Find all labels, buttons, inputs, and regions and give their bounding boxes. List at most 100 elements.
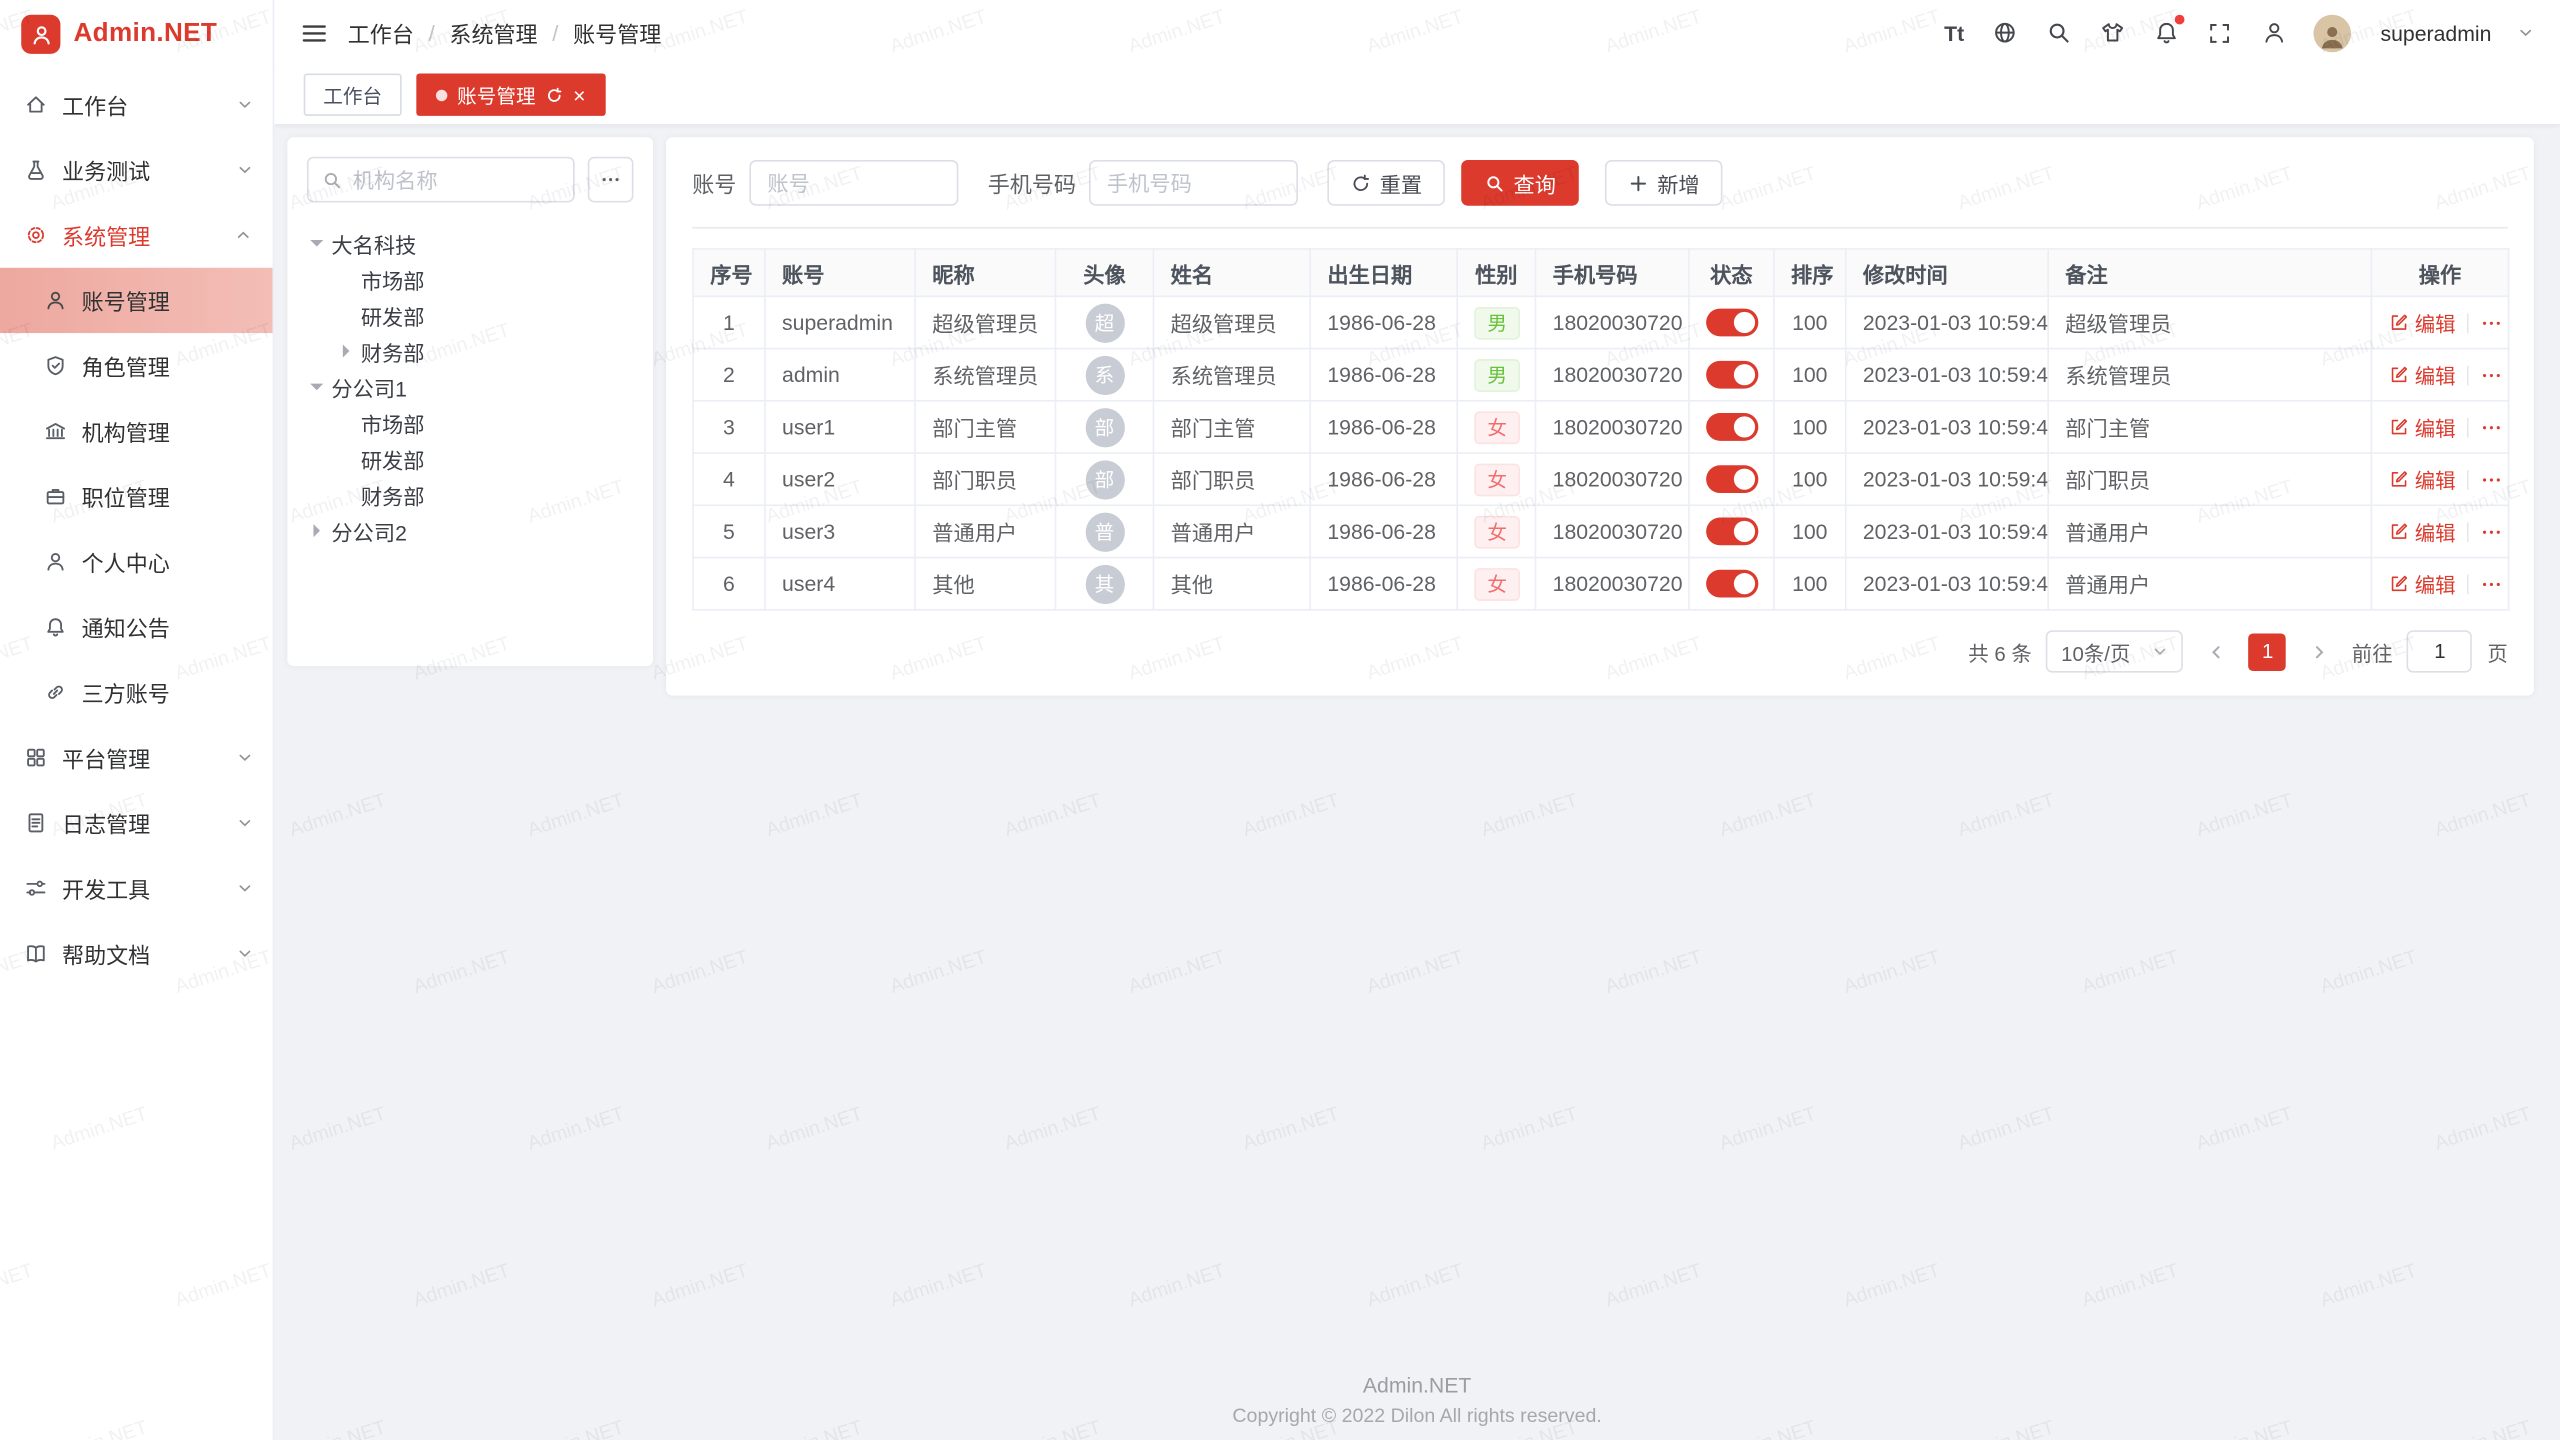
add-button[interactable]: 新增 <box>1605 160 1723 206</box>
tab-workbench[interactable]: 工作台 <box>304 73 402 115</box>
next-page-button[interactable] <box>2301 633 2337 669</box>
cell-nickname: 系统管理员 <box>915 349 1055 401</box>
tree-node[interactable]: 分公司2 <box>307 513 634 549</box>
collapse-menu-icon[interactable] <box>300 19 328 47</box>
more-actions-button[interactable] <box>2480 311 2503 334</box>
breadcrumb-item-system[interactable]: 系统管理 <box>449 16 537 49</box>
edit-button[interactable]: 编辑 <box>2389 464 2456 495</box>
table-row: 4user2部门职员部部门职员1986-06-28女18020030720100… <box>693 453 2509 505</box>
action-divider <box>2467 417 2469 437</box>
tree-node[interactable]: 研发部 <box>307 441 634 477</box>
sidebar-item-notice[interactable]: 通知公告 <box>0 594 273 659</box>
column-header: 手机号码 <box>1536 249 1689 296</box>
more-icon <box>599 168 622 191</box>
more-actions-button[interactable] <box>2480 468 2503 491</box>
tree-node[interactable]: 财务部 <box>307 333 634 369</box>
tab-refresh-icon[interactable] <box>545 86 563 104</box>
breadcrumb-item-workbench[interactable]: 工作台 <box>348 16 414 49</box>
cell-index: 6 <box>693 558 765 610</box>
search-button-label: 查询 <box>1513 167 1555 198</box>
caret-down-icon[interactable] <box>307 233 327 253</box>
sidebar-item-personal-center[interactable]: 个人中心 <box>0 529 273 594</box>
sidebar-item-log-mgmt[interactable]: 日志管理 <box>0 790 273 855</box>
more-actions-button[interactable] <box>2480 363 2503 386</box>
tree-node[interactable]: 分公司1 <box>307 369 634 405</box>
chevron-down-icon <box>2153 643 2169 659</box>
action-divider <box>2467 522 2469 542</box>
tree-node[interactable]: 市场部 <box>307 261 634 297</box>
username[interactable]: superadmin <box>2381 20 2492 44</box>
account-input[interactable] <box>749 160 958 206</box>
edit-button[interactable]: 编辑 <box>2389 411 2456 442</box>
edit-button[interactable]: 编辑 <box>2389 307 2456 338</box>
fullscreen-icon[interactable] <box>2206 19 2234 47</box>
sidebar-item-label: 角色管理 <box>82 349 170 382</box>
cell-nickname: 普通用户 <box>915 505 1055 557</box>
status-toggle[interactable] <box>1706 465 1758 493</box>
org-search <box>307 157 575 203</box>
status-toggle[interactable] <box>1706 361 1758 389</box>
cell-order: 100 <box>1774 401 1846 453</box>
page-unit-label: 页 <box>2487 636 2507 667</box>
status-toggle[interactable] <box>1706 570 1758 598</box>
search-icon[interactable] <box>2044 19 2072 47</box>
sidebar-item-third-account[interactable]: 三方账号 <box>0 660 273 725</box>
cell-account: user1 <box>765 401 915 453</box>
more-actions-button[interactable] <box>2480 572 2503 595</box>
chevron-down-icon[interactable] <box>2518 24 2534 40</box>
status-toggle[interactable] <box>1706 309 1758 337</box>
edit-button-label: 编辑 <box>2415 307 2456 338</box>
cell-gender: 女 <box>1457 558 1535 610</box>
tab-close-icon[interactable]: × <box>573 84 585 105</box>
sidebar-item-platform-mgmt[interactable]: 平台管理 <box>0 725 273 790</box>
more-actions-button[interactable] <box>2480 416 2503 439</box>
sidebar-item-dev-tools[interactable]: 开发工具 <box>0 856 273 921</box>
cell-modified-time: 2023-01-03 10:59:44 <box>1846 401 2048 453</box>
tab-account-management[interactable]: 账号管理 × <box>416 73 605 115</box>
theme-icon[interactable] <box>2098 19 2126 47</box>
org-more-button[interactable] <box>588 157 634 203</box>
org-search-input[interactable] <box>353 167 560 191</box>
font-size-icon[interactable]: Tt <box>1944 19 1964 47</box>
table-header-row: 序号账号昵称头像姓名出生日期性别手机号码状态排序修改时间备注操作 <box>693 249 2509 296</box>
sidebar-item-account-mgmt[interactable]: 账号管理 <box>0 268 273 333</box>
caret-right-icon[interactable] <box>336 341 356 361</box>
cell-name: 普通用户 <box>1153 505 1310 557</box>
profile-icon[interactable] <box>2260 19 2288 47</box>
sidebar-item-help-docs[interactable]: 帮助文档 <box>0 921 273 986</box>
avatar: 部 <box>1085 460 1124 499</box>
tree-node[interactable]: 大名科技 <box>307 225 634 261</box>
caret-right-icon[interactable] <box>307 521 327 541</box>
sidebar-item-workbench[interactable]: 工作台 <box>0 72 273 137</box>
phone-input[interactable] <box>1089 160 1298 206</box>
edit-button[interactable]: 编辑 <box>2389 568 2456 599</box>
sidebar-item-role-mgmt[interactable]: 角色管理 <box>0 333 273 398</box>
caret-down-icon[interactable] <box>307 377 327 397</box>
edit-icon <box>2389 416 2410 437</box>
tree-node[interactable]: 市场部 <box>307 405 634 441</box>
sidebar-item-position-mgmt[interactable]: 职位管理 <box>0 464 273 529</box>
accounts-table: 序号账号昵称头像姓名出生日期性别手机号码状态排序修改时间备注操作 1supera… <box>692 248 2509 610</box>
prev-page-button[interactable] <box>2198 633 2234 669</box>
status-toggle[interactable] <box>1706 518 1758 546</box>
sidebar-item-business-test[interactable]: 业务测试 <box>0 137 273 202</box>
tree-node[interactable]: 财务部 <box>307 477 634 513</box>
sidebar-item-system-mgmt[interactable]: 系统管理 <box>0 202 273 267</box>
edit-button[interactable]: 编辑 <box>2389 359 2456 390</box>
sidebar-item-org-mgmt[interactable]: 机构管理 <box>0 398 273 463</box>
language-icon[interactable] <box>1990 19 2018 47</box>
sidebar-item-label: 工作台 <box>62 88 128 121</box>
breadcrumb-item-account: 账号管理 <box>573 16 661 49</box>
tree-node[interactable]: 研发部 <box>307 297 634 333</box>
app-logo[interactable]: Admin.NET <box>0 0 273 69</box>
user-avatar[interactable] <box>2314 14 2352 52</box>
goto-page-input[interactable] <box>2407 630 2472 672</box>
edit-button[interactable]: 编辑 <box>2389 516 2456 547</box>
page-number-current[interactable]: 1 <box>2249 633 2287 671</box>
status-toggle[interactable] <box>1706 413 1758 441</box>
more-actions-button[interactable] <box>2480 520 2503 543</box>
search-button[interactable]: 查询 <box>1461 160 1579 206</box>
page-size-select[interactable]: 10条/页 <box>2046 630 2183 672</box>
notification-icon[interactable] <box>2152 19 2180 47</box>
reset-button[interactable]: 重置 <box>1327 160 1445 206</box>
